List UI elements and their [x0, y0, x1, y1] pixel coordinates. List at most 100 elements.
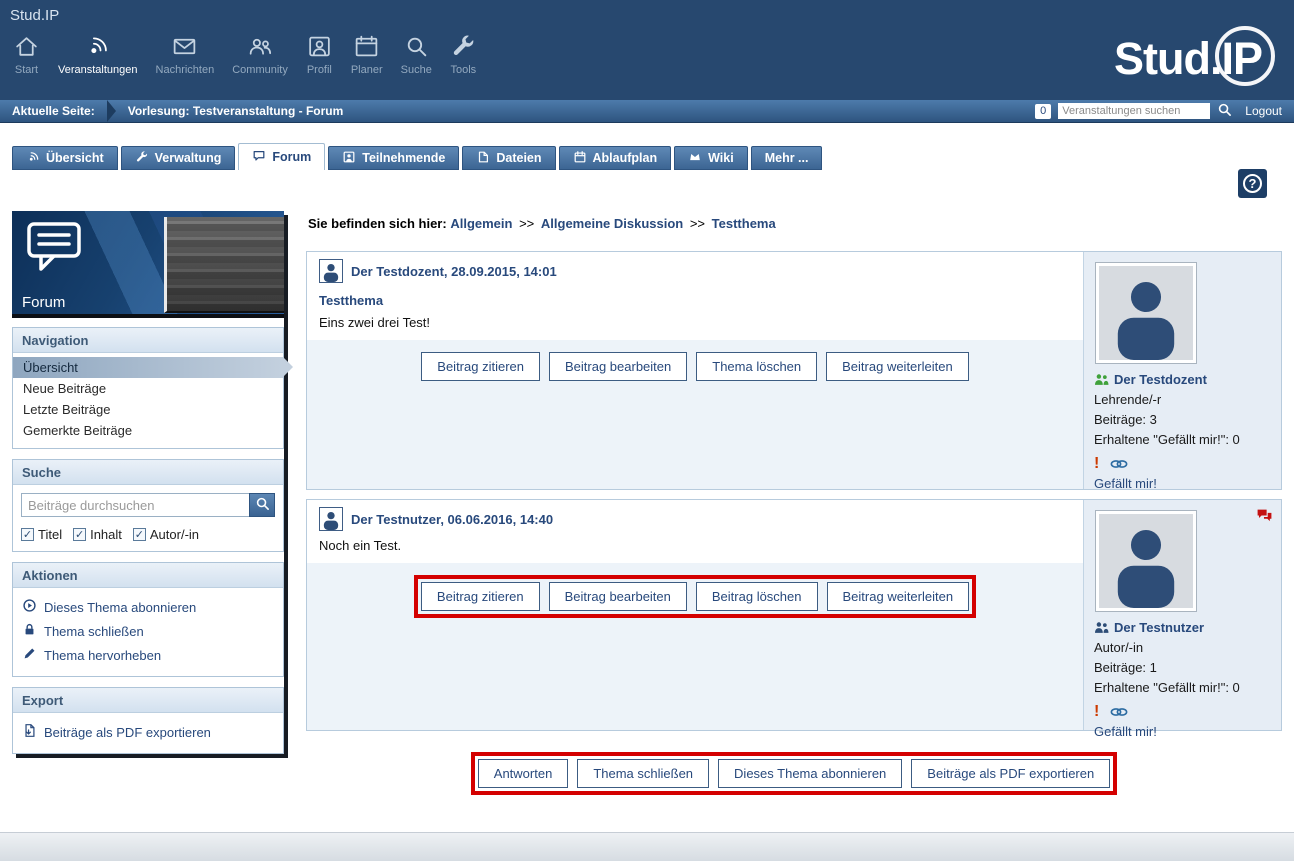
forward-post-button[interactable]: Beitrag weiterleiten [827, 582, 970, 611]
inhalt-checkbox-label[interactable]: Inhalt [90, 527, 122, 542]
sidebar: Forum Navigation Übersicht Neue Beiträge… [12, 211, 284, 754]
report-icon[interactable] [1094, 456, 1099, 472]
post-author-link[interactable]: Der Testdozent, 28.09.2015, 14:01 [351, 264, 557, 279]
tab-verwaltung[interactable]: Verwaltung [121, 146, 236, 170]
delete-topic-button[interactable]: Thema löschen [696, 352, 817, 381]
author-role: Autor/-in [1094, 638, 1273, 658]
nav-item-suche[interactable]: Suche [392, 32, 441, 76]
export-pdf-item[interactable]: Beiträge als PDF exportieren [13, 720, 283, 744]
report-icon[interactable] [1094, 704, 1099, 720]
files-icon [476, 150, 490, 167]
nav-item-tools[interactable]: Tools [441, 32, 486, 76]
tab-wiki[interactable]: Wiki [674, 146, 748, 170]
speech-bubble-icon [26, 221, 88, 280]
author-name-row: Der Testnutzer [1094, 620, 1273, 635]
search-icon [1217, 102, 1232, 120]
tab-ablaufplan[interactable]: Ablaufplan [559, 146, 672, 170]
studip-app: Stud.IP Start Veranstaltungen Nachrichte… [0, 0, 1294, 861]
nav-item-nachrichten[interactable]: Nachrichten [147, 32, 224, 76]
breadcrumb-link-testthema[interactable]: Testthema [712, 216, 776, 231]
course-search-button[interactable] [1217, 102, 1232, 120]
reply-button[interactable]: Antworten [478, 759, 569, 788]
post-title: Testthema [319, 293, 1071, 308]
tab-teilnehmende[interactable]: Teilnehmende [328, 146, 459, 170]
author-name-row: Der Testdozent [1094, 372, 1273, 387]
breadcrumb-link-allgemein[interactable]: Allgemein [450, 216, 512, 231]
post-search-button[interactable] [249, 493, 275, 517]
export-pdf-button[interactable]: Beiträge als PDF exportieren [911, 759, 1110, 788]
action-close-topic[interactable]: Thema schließen [13, 619, 283, 643]
close-topic-button[interactable]: Thema schließen [577, 759, 709, 788]
current-page-label: Aktuelle Seite: [12, 104, 95, 118]
actions-header: Aktionen [13, 563, 283, 588]
tab-dateien[interactable]: Dateien [462, 146, 555, 170]
group-icon [1094, 621, 1109, 634]
titel-checkbox[interactable] [21, 528, 34, 541]
tab-label: Mehr ... [765, 151, 809, 165]
action-subscribe-topic[interactable]: Dieses Thema abonnieren [13, 595, 283, 619]
like-link[interactable]: Gefällt mir! [1094, 476, 1157, 491]
tab-mehr[interactable]: Mehr ... [751, 146, 823, 170]
post-content: Der Testdozent, 28.09.2015, 14:01 Testth… [307, 252, 1083, 340]
participants-icon [342, 150, 356, 167]
studip-logo: Stud.IP [1114, 33, 1262, 85]
nav-item-profil[interactable]: Profil [297, 32, 342, 76]
sidebar-item-uebersicht[interactable]: Übersicht [13, 357, 283, 378]
logout-link[interactable]: Logout [1245, 104, 1282, 118]
breadcrumb-separator: >> [519, 216, 534, 231]
main-nav: Start Veranstaltungen Nachrichten Commun… [4, 32, 486, 76]
link-icon[interactable] [1110, 458, 1128, 470]
forward-post-button[interactable]: Beitrag weiterleiten [826, 352, 969, 381]
post-search-input[interactable] [21, 493, 249, 517]
course-search-input[interactable] [1058, 103, 1210, 119]
link-icon[interactable] [1110, 706, 1128, 718]
titel-checkbox-label[interactable]: Titel [38, 527, 62, 542]
navigation-list: Übersicht Neue Beiträge Letzte Beiträge … [13, 353, 283, 448]
author-panel-icons [1094, 455, 1273, 473]
sidebar-item-neue-beitraege[interactable]: Neue Beiträge [13, 378, 283, 399]
post-main: Der Testdozent, 28.09.2015, 14:01 Testth… [307, 252, 1083, 489]
autor-checkbox[interactable] [133, 528, 146, 541]
edit-post-button[interactable]: Beitrag bearbeiten [549, 352, 687, 381]
export-list: Beiträge als PDF exportieren [13, 713, 283, 753]
autor-checkbox-label[interactable]: Autor/-in [150, 527, 199, 542]
nav-item-community[interactable]: Community [223, 32, 297, 76]
tab-label: Ablaufplan [593, 151, 658, 165]
tab-label: Übersicht [46, 151, 104, 165]
community-icon [247, 32, 274, 60]
tab-uebersicht[interactable]: Übersicht [12, 146, 118, 170]
author-name-link[interactable]: Der Testnutzer [1114, 620, 1204, 635]
author-avatar-large[interactable] [1096, 263, 1196, 363]
inhalt-checkbox[interactable] [73, 528, 86, 541]
tab-forum[interactable]: Forum [238, 143, 325, 170]
author-name-link[interactable]: Der Testdozent [1114, 372, 1207, 387]
nav-item-planer[interactable]: Planer [342, 32, 392, 76]
post-body: Noch ein Test. [319, 538, 1071, 553]
like-link[interactable]: Gefällt mir! [1094, 724, 1157, 739]
breadcrumb-link-allgemeine-diskussion[interactable]: Allgemeine Diskussion [541, 216, 683, 231]
nav-item-veranstaltungen[interactable]: Veranstaltungen [49, 32, 147, 76]
search-header: Suche [13, 460, 283, 485]
author-avatar-small [319, 507, 343, 531]
notification-counter: 0 [1035, 104, 1051, 119]
navigation-header: Navigation [13, 328, 283, 353]
help-button[interactable]: ? [1238, 169, 1267, 198]
breadcrumb: Sie befinden sich hier: Allgemein >> All… [308, 216, 1282, 231]
post-content: Der Testnutzer, 06.06.2016, 14:40 Noch e… [307, 500, 1083, 563]
delete-post-button[interactable]: Beitrag löschen [696, 582, 818, 611]
post-header: Der Testdozent, 28.09.2015, 14:01 [319, 259, 1071, 283]
author-avatar-large[interactable] [1096, 511, 1196, 611]
highlight-box-thread-actions: Antworten Thema schließen Dieses Thema a… [471, 752, 1117, 795]
edit-post-button[interactable]: Beitrag bearbeiten [549, 582, 687, 611]
nav-item-start[interactable]: Start [4, 32, 49, 76]
quote-post-button[interactable]: Beitrag zitieren [421, 582, 540, 611]
action-highlight-topic[interactable]: Thema hervorheben [13, 643, 283, 667]
sidebar-item-gemerkte-beitraege[interactable]: Gemerkte Beiträge [13, 420, 283, 441]
tab-label: Wiki [708, 151, 734, 165]
subscribe-topic-button[interactable]: Dieses Thema abonnieren [718, 759, 902, 788]
author-panel-icons [1094, 703, 1273, 721]
courses-icon [84, 32, 111, 60]
quote-post-button[interactable]: Beitrag zitieren [421, 352, 540, 381]
post-author-link[interactable]: Der Testnutzer, 06.06.2016, 14:40 [351, 512, 553, 527]
sidebar-item-letzte-beitraege[interactable]: Letzte Beiträge [13, 399, 283, 420]
